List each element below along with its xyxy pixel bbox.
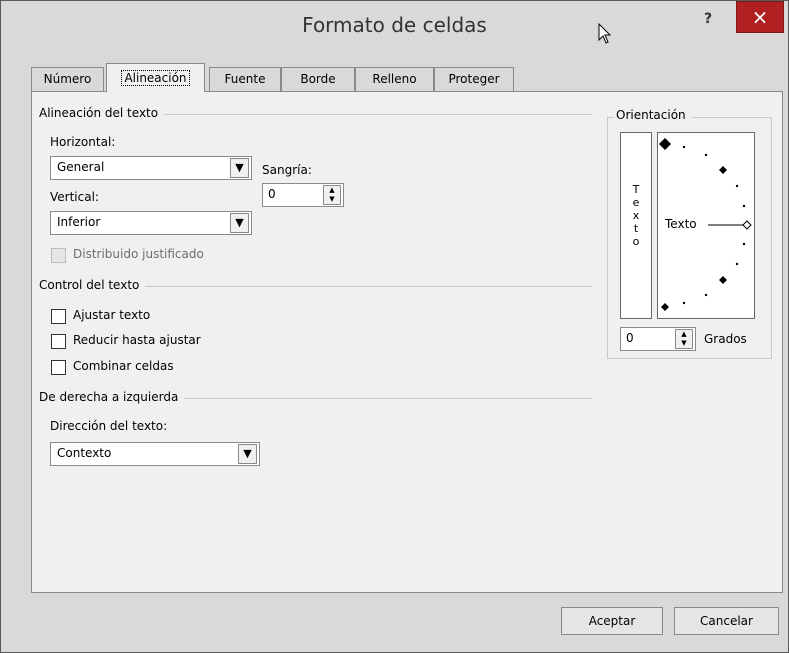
cancel-button[interactable]: Cancelar xyxy=(674,607,779,635)
chevron-down-icon[interactable]: ▼ xyxy=(230,158,249,178)
vertical-label: Vertical: xyxy=(50,190,99,204)
indent-value: 0 xyxy=(268,187,276,201)
degrees-value: 0 xyxy=(626,331,634,345)
dialog-title: Formato de celdas xyxy=(302,13,487,37)
merge-cells-checkbox[interactable] xyxy=(51,360,66,375)
format-cells-dialog: Formato de celdas ? × Número Alineación … xyxy=(0,0,789,653)
orientation-dial[interactable]: Texto xyxy=(657,132,755,319)
spinner-arrows-icon[interactable]: ▲ ▼ xyxy=(675,329,693,349)
mouse-pointer-icon xyxy=(598,22,612,48)
vertical-dropdown[interactable]: Inferior ▼ xyxy=(50,211,252,235)
tab-font[interactable]: Fuente xyxy=(209,67,281,91)
text-direction-label: Dirección del texto: xyxy=(50,419,168,433)
shrink-to-fit-label: Reducir hasta ajustar xyxy=(73,333,201,347)
vertical-text: T e x t o xyxy=(621,183,651,248)
title-bar[interactable]: Formato de celdas ? × xyxy=(1,1,788,47)
chevron-down-icon[interactable]: ▼ xyxy=(230,213,249,233)
horizontal-value: General xyxy=(57,160,105,174)
chevron-down-icon[interactable]: ▼ xyxy=(238,444,257,464)
tab-protection[interactable]: Proteger xyxy=(434,67,514,91)
wrap-text-label: Ajustar texto xyxy=(73,308,151,322)
vertical-text-letter: o xyxy=(632,235,640,248)
degrees-spinner[interactable]: 0 ▲ ▼ xyxy=(620,327,696,351)
text-direction-value: Contexto xyxy=(57,446,112,460)
text-direction-dropdown[interactable]: Contexto ▼ xyxy=(50,442,260,466)
justify-distributed-label: Distribuido justificado xyxy=(73,247,204,261)
vertical-text-letter: e xyxy=(632,196,640,209)
horizontal-label: Horizontal: xyxy=(50,135,116,149)
degrees-label: Grados xyxy=(704,332,747,346)
vertical-value: Inferior xyxy=(57,215,101,229)
section-title-text-alignment: Alineación del texto xyxy=(39,106,165,120)
alignment-panel: Alineación del texto Horizontal: General… xyxy=(31,91,783,593)
vertical-text-letter: x xyxy=(632,209,640,222)
indent-label: Sangría: xyxy=(262,163,312,177)
section-title-orientation: Orientación xyxy=(614,108,692,122)
section-title-rtl: De derecha a izquierda xyxy=(39,390,185,404)
wrap-text-checkbox[interactable] xyxy=(51,309,66,324)
justify-distributed-checkbox[interactable] xyxy=(51,248,66,263)
tab-number[interactable]: Número xyxy=(31,67,104,91)
help-button[interactable]: ? xyxy=(704,11,712,27)
tab-border[interactable]: Borde xyxy=(281,67,355,91)
tab-alignment-label: Alineación xyxy=(121,70,190,86)
tab-fill[interactable]: Relleno xyxy=(355,67,434,91)
ok-button[interactable]: Aceptar xyxy=(561,607,663,635)
vertical-text-letter: t xyxy=(633,222,639,235)
close-button[interactable]: × xyxy=(736,1,784,33)
horizontal-dropdown[interactable]: General ▼ xyxy=(50,156,252,180)
tab-alignment[interactable]: Alineación xyxy=(106,63,205,92)
vertical-text-letter: T xyxy=(632,183,640,196)
dial-text: Texto xyxy=(665,217,697,231)
indent-spinner[interactable]: 0 ▲ ▼ xyxy=(262,183,344,207)
section-title-text-control: Control del texto xyxy=(39,278,146,292)
vertical-text-option[interactable]: T e x t o xyxy=(620,132,652,319)
merge-cells-label: Combinar celdas xyxy=(73,359,174,373)
spinner-arrows-icon[interactable]: ▲ ▼ xyxy=(323,185,341,205)
shrink-to-fit-checkbox[interactable] xyxy=(51,334,66,349)
